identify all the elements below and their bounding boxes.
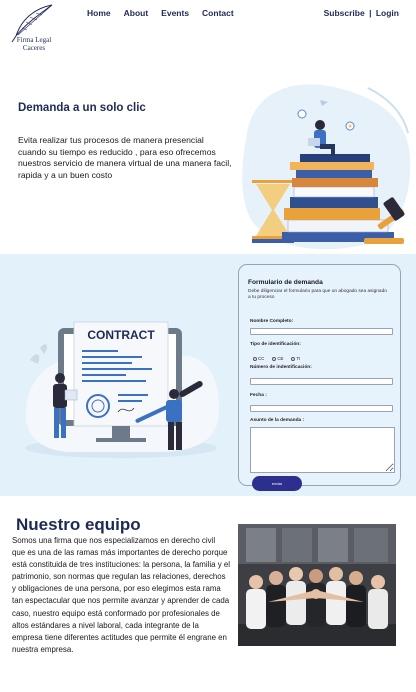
demand-section: CONTRACT Formulario de demanda Debe dili… [0, 254, 416, 496]
nav-home[interactable]: Home [87, 8, 111, 18]
auth-links: Subscribe | Login [323, 8, 400, 18]
nav-contact[interactable]: Contact [202, 8, 234, 18]
contract-illustration: CONTRACT [25, 321, 219, 458]
radio-cc[interactable]: CC [253, 356, 264, 361]
logo-line-2: Caceres [22, 44, 46, 52]
team-photo [238, 524, 396, 646]
id-type-radio-group: CC CE TI [253, 356, 300, 361]
logo-text: Firma Legal Caceres [8, 36, 60, 52]
name-label: Nombre Completo: [250, 319, 294, 324]
radio-ce[interactable]: CE [272, 356, 283, 361]
name-input[interactable] [250, 328, 393, 335]
date-input[interactable] [250, 405, 393, 412]
subscribe-link[interactable]: Subscribe [324, 8, 365, 18]
nav-events[interactable]: Events [161, 8, 189, 18]
login-link[interactable]: Login [376, 8, 399, 18]
books-scales-illustration [242, 84, 411, 250]
hero-text: Evita realizar tus procesos de manera pr… [18, 135, 232, 180]
radio-ti-label: TI [296, 356, 301, 361]
radio-cc-label: CC [258, 356, 265, 361]
subject-label: Asunto de la demanda : [250, 418, 305, 423]
site-header: Firma Legal Caceres Home About Events Co… [0, 0, 416, 56]
radio-ce-label: CE [277, 356, 284, 361]
nav-about[interactable]: About [124, 8, 149, 18]
team-section: Nuestro equipo Somos una firma que nos e… [0, 496, 416, 692]
submit-button[interactable]: enviar [252, 476, 302, 491]
main-nav: Home About Events Contact [87, 8, 234, 18]
form-title: Formulario de demanda [248, 279, 323, 286]
demand-form: Formulario de demanda Debe diligenciar e… [238, 264, 401, 491]
radio-ti[interactable]: TI [291, 356, 300, 361]
radio-circle-icon [253, 356, 257, 361]
subject-textarea[interactable] [250, 427, 395, 473]
radio-circle-icon [291, 356, 296, 361]
hero-title: Demanda a un solo clic [18, 102, 146, 114]
auth-separator: | [369, 8, 372, 18]
contract-heading: CONTRACT [87, 328, 155, 342]
form-subtitle: Debe diligenciar el formulario para que … [248, 289, 387, 300]
team-title: Nuestro equipo [16, 515, 141, 534]
id-number-input[interactable] [250, 378, 393, 385]
id-type-label: Tipo de identificación: [250, 342, 301, 347]
hero-section: Demanda a un solo clic Evita realizar tu… [0, 56, 416, 254]
team-text: Somos una firma que nos especializamos e… [12, 536, 230, 654]
radio-circle-icon [272, 356, 277, 361]
date-label: Fecha : [250, 393, 267, 398]
logo-line-1: Firma Legal [16, 36, 52, 44]
id-number-label: Número de indentificación: [250, 365, 312, 370]
